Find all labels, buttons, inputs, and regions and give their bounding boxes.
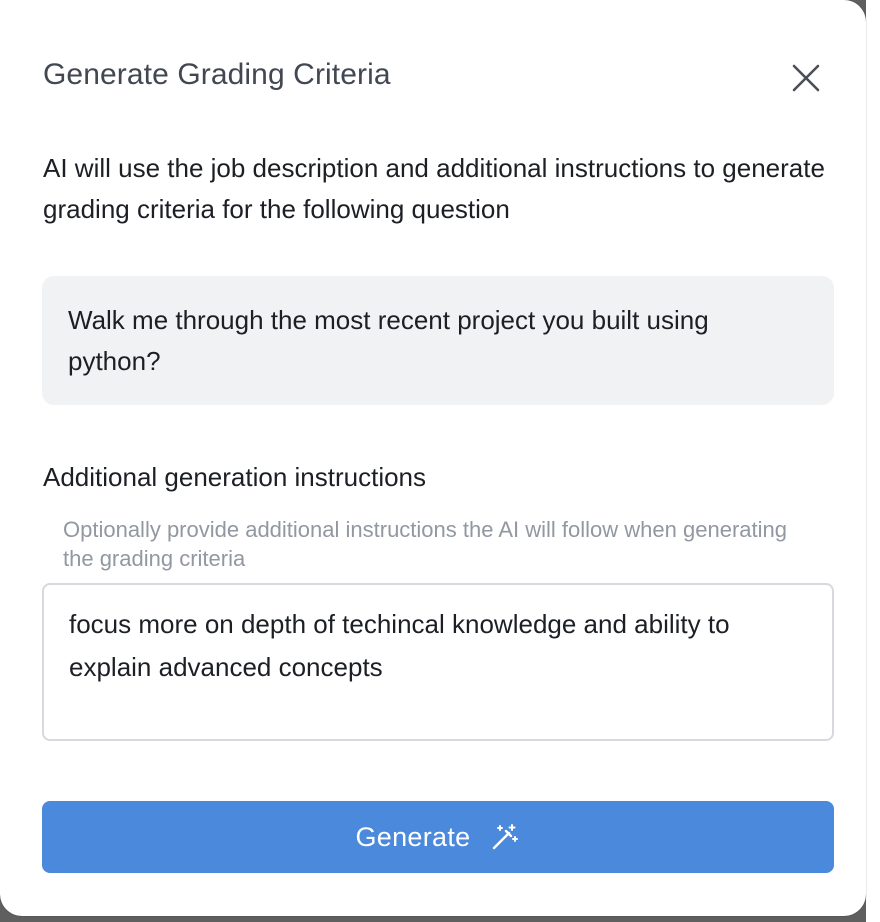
generate-criteria-dialog: Generate Grading Criteria AI will use th…	[0, 0, 866, 916]
instructions-textarea[interactable]	[42, 583, 834, 741]
instructions-helper-text: Optionally provide additional instructio…	[63, 517, 787, 571]
dialog-title: Generate Grading Criteria	[43, 58, 391, 91]
instructions-label: Additional generation instructions	[43, 462, 427, 492]
question-text: Walk me through the most recent project …	[68, 305, 709, 376]
background-edge	[866, 0, 880, 922]
generate-button[interactable]: Generate	[42, 801, 834, 873]
magic-wand-icon	[493, 824, 519, 850]
question-box: Walk me through the most recent project …	[42, 276, 834, 405]
close-button[interactable]	[786, 58, 826, 98]
generate-button-label: Generate	[355, 821, 471, 852]
close-icon	[792, 64, 820, 92]
dialog-description: AI will use the job description and addi…	[43, 153, 825, 224]
